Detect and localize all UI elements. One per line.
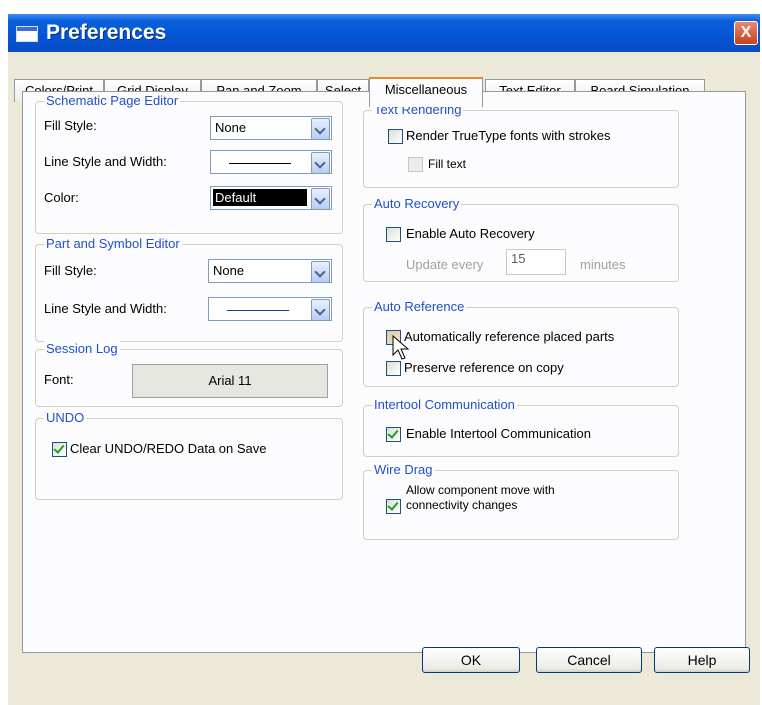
group-legend: Part and Symbol Editor [44, 236, 182, 251]
intertool-communication-group: Intertool Communication Enable Intertool… [363, 397, 679, 457]
part-symbol-editor-group: Part and Symbol Editor Fill Style: None … [35, 236, 343, 342]
group-legend: Session Log [44, 341, 120, 356]
chevron-down-icon[interactable] [311, 188, 330, 210]
wire-drag-group: Wire Drag Allow component move with conn… [363, 462, 679, 540]
selected-value: Default [215, 190, 257, 205]
ok-button[interactable]: OK [422, 647, 520, 673]
misc-tab-panel: Schematic Page Editor Fill Style: None L… [22, 91, 746, 653]
clear-undo-checkbox[interactable] [52, 442, 67, 457]
enable-intertool-checkbox[interactable] [386, 427, 401, 442]
schematic-color-select[interactable]: Default [210, 186, 332, 210]
undo-group: UNDO Clear UNDO/REDO Data on Save [35, 410, 343, 500]
schematic-fill-style-select[interactable]: None [210, 116, 332, 140]
tab-strip: Colors/Print Grid Display Pan and Zoom S… [8, 52, 760, 107]
allow-component-move-label-line1: Allow component move with [406, 483, 555, 497]
schematic-line-style-select[interactable] [210, 150, 332, 174]
fill-text-checkbox[interactable] [408, 157, 423, 172]
selected-value: None [213, 263, 245, 278]
update-minutes-input[interactable]: 15 [506, 249, 566, 275]
font-button[interactable]: Arial 11 [132, 364, 328, 398]
render-truetype-label: Render TrueType fonts with strokes [406, 128, 611, 143]
part-line-style-select[interactable] [208, 297, 332, 321]
preserve-reference-checkbox[interactable] [386, 361, 401, 376]
group-legend: Auto Recovery [372, 196, 462, 211]
chevron-down-icon[interactable] [311, 152, 330, 174]
font-label: Font: [44, 372, 74, 387]
line-sample [227, 310, 289, 311]
chevron-down-icon[interactable] [311, 299, 330, 321]
line-style-label: Line Style and Width: [44, 154, 167, 169]
window-icon [16, 26, 38, 42]
group-legend: Intertool Communication [372, 397, 517, 412]
text-rendering-group: Text Rendering Render TrueType fonts wit… [363, 102, 679, 188]
fill-text-label: Fill text [428, 157, 467, 171]
schematic-page-editor-group: Schematic Page Editor Fill Style: None L… [35, 93, 343, 234]
group-legend: Wire Drag [372, 462, 435, 477]
update-every-label: Update every [406, 257, 484, 272]
enable-auto-recovery-checkbox[interactable] [386, 227, 401, 242]
preferences-dialog: Preferences X Colors/Print Grid Display … [8, 14, 760, 705]
chevron-down-icon[interactable] [311, 118, 330, 140]
window-title: Preferences [46, 21, 167, 44]
chevron-down-icon[interactable] [311, 261, 330, 283]
fill-style-label: Fill Style: [44, 263, 97, 278]
clear-undo-label: Clear UNDO/REDO Data on Save [70, 441, 267, 456]
preserve-reference-label: Preserve reference on copy [404, 360, 564, 375]
render-truetype-checkbox[interactable] [388, 129, 403, 144]
auto-recovery-group: Auto Recovery Enable Auto Recovery Updat… [363, 196, 679, 282]
color-label: Color: [44, 190, 79, 205]
selected-value: None [215, 120, 247, 135]
allow-component-move-label-line2: connectivity changes [406, 498, 518, 512]
help-button[interactable]: Help [654, 647, 750, 673]
group-legend: UNDO [44, 410, 87, 425]
group-legend: Schematic Page Editor [44, 93, 181, 108]
minutes-label: minutes [580, 257, 626, 272]
line-sample [229, 163, 291, 164]
mouse-cursor-icon [392, 335, 410, 360]
session-log-group: Session Log Font: Arial 11 [35, 341, 343, 407]
auto-reference-group: Auto Reference Automatically reference p… [363, 299, 679, 387]
title-bar[interactable]: Preferences X [8, 14, 760, 52]
cancel-button[interactable]: Cancel [536, 647, 642, 673]
tab-miscellaneous[interactable]: Miscellaneous [369, 77, 483, 107]
group-legend: Auto Reference [372, 299, 467, 314]
fill-style-label: Fill Style: [44, 118, 97, 133]
part-fill-style-select[interactable]: None [208, 259, 332, 283]
line-style-label: Line Style and Width: [44, 301, 167, 316]
allow-component-move-checkbox[interactable] [386, 499, 401, 514]
close-icon[interactable]: X [734, 21, 758, 45]
auto-reference-label: Automatically reference placed parts [404, 329, 615, 344]
enable-auto-recovery-label: Enable Auto Recovery [406, 226, 535, 241]
enable-intertool-label: Enable Intertool Communication [406, 426, 591, 441]
